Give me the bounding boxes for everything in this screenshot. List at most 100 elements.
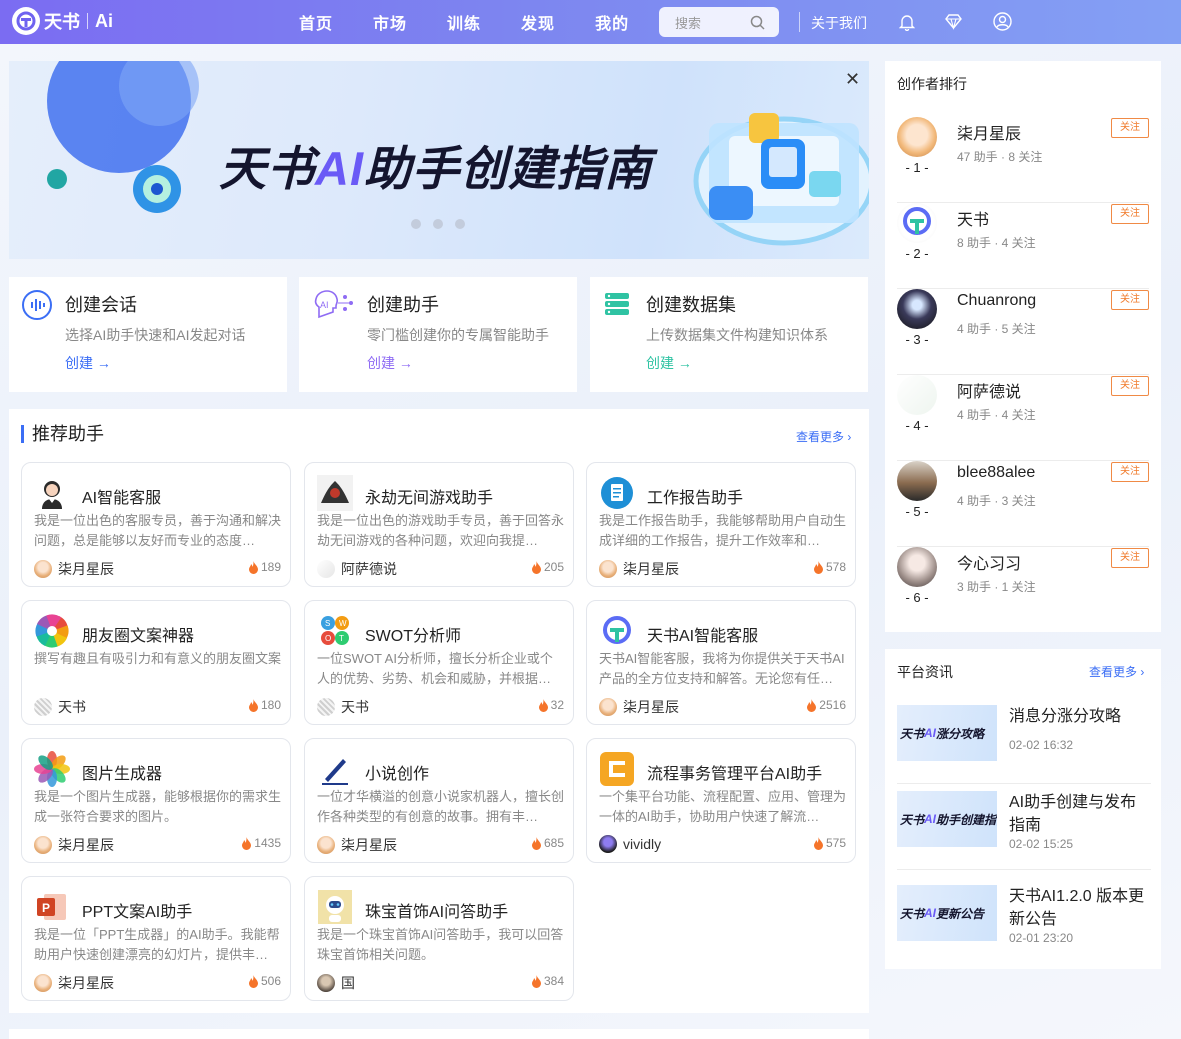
assistant-card[interactable]: 流程事务管理平台AI助手一个集平台功能、流程配置、应用、管理为一体的AI助手，协… <box>586 738 856 863</box>
create-assistant-link[interactable]: 创建 → <box>367 353 413 373</box>
arrow-right-icon: → <box>96 355 111 371</box>
creator-rank-item[interactable]: - 6 - 今心习习 3 助手 · 1 关注 关注 <box>885 547 1161 633</box>
popularity-count: 189 <box>260 560 281 574</box>
create-chat-card[interactable]: 创建会话 选择AI助手快速和AI发起对话 创建 → <box>9 277 287 392</box>
assistant-author[interactable]: 柒月星辰 <box>34 559 114 579</box>
assistant-card[interactable]: 朋友圈文案神器 撰写有趣且有吸引力和有意义的朋友圈文案 天书 180 <box>21 600 291 725</box>
creator-stats: 3 助手 · 1 关注 <box>957 580 1036 594</box>
news-title[interactable]: 天书AI1.2.0 版本更新公告 <box>1009 885 1151 931</box>
brand-logo[interactable]: 天书 Ai <box>12 7 113 35</box>
creator-rank-item[interactable]: - 3 - Chuanrong 4 助手 · 5 关注 关注 <box>885 289 1161 375</box>
assistant-description: 一个集平台功能、流程配置、应用、管理为一体的AI助手，协助用户快速了解流… <box>599 789 847 824</box>
assistant-author[interactable]: 柒月星辰 <box>34 835 114 855</box>
news-item[interactable]: 天书 AI 涨分攻略 消息分涨分攻略 02-02 16:32 <box>897 705 1151 784</box>
creator-avatar[interactable] <box>897 375 937 415</box>
nav-discover[interactable]: 发现 <box>521 10 555 34</box>
diamond-icon[interactable] <box>945 13 962 30</box>
creator-rank-item[interactable]: - 4 - 阿萨德说 4 助手 · 4 关注 关注 <box>885 375 1161 461</box>
assistant-author[interactable]: 柒月星辰 <box>599 697 679 717</box>
follow-button[interactable]: 关注 <box>1111 548 1149 568</box>
banner-dot-1[interactable] <box>411 219 421 229</box>
creator-name[interactable]: 阿萨德说 <box>957 378 1021 402</box>
creator-name[interactable]: Chuanrong <box>957 292 1036 310</box>
assistant-description: 一位才华横溢的创意小说家机器人，擅长创作各种类型的有创意的故事。拥有丰… <box>317 789 565 824</box>
assistant-card[interactable]: 天书AI智能客服 天书AI智能客服，我将为你提供关于天书AI产品的全方位支持和解答… <box>586 600 856 725</box>
hero-banner[interactable]: 天书AI助手创建指南 ✕ <box>9 61 869 259</box>
banner-close-icon[interactable]: ✕ <box>845 69 860 90</box>
creator-rank-item[interactable]: - 1 - 柒月星辰 47 助手 · 8 关注 关注 <box>885 117 1161 203</box>
nav-home[interactable]: 首页 <box>299 10 333 34</box>
assistant-author[interactable]: 国 <box>317 973 355 993</box>
create-assistant-card[interactable]: AI 创建助手 零门槛创建你的专属智能助手 创建 → <box>299 277 577 392</box>
creator-name[interactable]: blee88alee <box>957 464 1035 482</box>
creator-name[interactable]: 今心习习 <box>957 550 1021 574</box>
create-chat-link[interactable]: 创建 → <box>65 353 111 373</box>
pen-avatar-icon <box>317 751 353 787</box>
assistant-card[interactable]: 珠宝首饰AI问答助手 我是一个珠宝首饰AI问答助手，我可以回答珠宝首饰相关问题。国… <box>304 876 574 1001</box>
assistant-name: 天书AI智能客服 <box>647 628 759 645</box>
news-see-more-link[interactable]: 查看更多 › <box>1089 663 1144 680</box>
creator-rank-item[interactable]: - 2 - 天书 8 助手 · 4 关注 关注 <box>885 203 1161 289</box>
recommended-see-more-link[interactable]: 查看更多 › <box>796 428 851 445</box>
create-dataset-card[interactable]: 创建数据集 上传数据集文件构建知识体系 创建 → <box>590 277 868 392</box>
user-profile-icon[interactable] <box>993 12 1012 31</box>
create-dataset-link[interactable]: 创建 → <box>646 353 692 373</box>
assistant-author[interactable]: 阿萨德说 <box>317 559 397 579</box>
assistant-author[interactable]: 天书 <box>317 697 369 717</box>
creator-avatar[interactable] <box>897 547 937 587</box>
creator-avatar[interactable] <box>897 117 937 157</box>
news-title[interactable]: 消息分涨分攻略 <box>1009 705 1151 728</box>
news-title[interactable]: AI助手创建与发布指南 <box>1009 791 1151 837</box>
follow-button[interactable]: 关注 <box>1111 290 1149 310</box>
assistant-name: 图片生成器 <box>82 766 163 783</box>
creator-avatar[interactable] <box>897 289 937 329</box>
assistant-author[interactable]: 柒月星辰 <box>599 559 679 579</box>
nav-train[interactable]: 训练 <box>447 10 481 34</box>
news-item[interactable]: 天书 AI 更新公告 天书AI1.2.0 版本更新公告 02-01 23:20 <box>897 885 1151 955</box>
author-avatar <box>34 974 52 992</box>
assistant-author[interactable]: 天书 <box>34 697 86 717</box>
assistant-author[interactable]: vividly <box>599 835 661 853</box>
search-icon[interactable] <box>750 15 765 30</box>
bell-icon[interactable] <box>899 13 915 31</box>
follow-button[interactable]: 关注 <box>1111 462 1149 482</box>
news-thumbnail: 天书 AI 涨分攻略 <box>897 705 997 761</box>
popularity-count: 578 <box>825 560 846 574</box>
assistant-name: 流程事务管理平台AI助手 <box>647 766 823 783</box>
fire-icon <box>248 698 258 712</box>
assistant-popularity: 205 <box>531 560 564 574</box>
banner-dot-2[interactable] <box>433 219 443 229</box>
creator-name[interactable]: 天书 <box>957 206 989 230</box>
nav-mine[interactable]: 我的 <box>595 10 629 34</box>
assistant-card[interactable]: AI智能客服 我是一位出色的客服专员，善于沟通和解决问题，总是能够以友好而专业的态… <box>21 462 291 587</box>
creator-rank-item[interactable]: - 5 - blee88alee 4 助手 · 3 关注 关注 <box>885 461 1161 547</box>
assistant-card[interactable]: S W O T SWOT分析师 一位SWOT AI分析师，擅长分析企业或个人的优势、劣势、… <box>304 600 574 725</box>
author-avatar <box>34 836 52 854</box>
header-divider <box>799 12 800 32</box>
creator-stats: 47 助手 · 8 关注 <box>957 150 1043 164</box>
assistant-author[interactable]: 柒月星辰 <box>34 973 114 993</box>
banner-dot-3[interactable] <box>455 219 465 229</box>
search-input[interactable]: 搜索 <box>659 7 779 37</box>
creator-stats: 4 助手 · 4 关注 <box>957 408 1036 422</box>
assistant-card[interactable]: 小说创作 一位才华横溢的创意小说家机器人，擅长创作各种类型的有创意的故事。拥有丰…… <box>304 738 574 863</box>
swot-avatar-icon: SWOT <box>317 613 353 649</box>
assistant-card[interactable]: 工作报告助手 我是工作报告助手，我能够帮助用户自动生成详细的工作报告，提升工作效率… <box>586 462 856 587</box>
assistant-popularity: 575 <box>813 836 846 850</box>
creator-avatar[interactable] <box>897 461 937 501</box>
follow-button[interactable]: 关注 <box>1111 376 1149 396</box>
assistant-author[interactable]: 柒月星辰 <box>317 835 397 855</box>
popularity-count: 1435 <box>254 836 281 850</box>
creator-avatar[interactable] <box>897 203 937 243</box>
follow-button[interactable]: 关注 <box>1111 204 1149 224</box>
assistant-card[interactable]: P PPT文案AI助手 我是一位「PPT生成器」的AI助手。我能帮助用户快速创建漂亮… <box>21 876 291 1001</box>
creator-name[interactable]: 柒月星辰 <box>957 120 1021 144</box>
assistant-card[interactable]: 永劫无间游戏助手 我是一位出色的游戏助手专员，善于回答永劫无间游戏的各种问题，欢迎… <box>304 462 574 587</box>
news-item[interactable]: 天书AI助手创建指南 AI助手创建与发布指南02-02 15:25 <box>897 791 1151 870</box>
assistant-card[interactable]: 图片生成器 我是一个图片生成器，能够根据你的需求生成一张符合要求的图片。 柒月星辰 1… <box>21 738 291 863</box>
about-us-link[interactable]: 关于我们 <box>811 13 867 33</box>
brand-divider <box>87 13 88 29</box>
nav-market[interactable]: 市场 <box>373 10 407 34</box>
assistant-name: 珠宝首饰AI问答助手 <box>365 904 509 921</box>
follow-button[interactable]: 关注 <box>1111 118 1149 138</box>
